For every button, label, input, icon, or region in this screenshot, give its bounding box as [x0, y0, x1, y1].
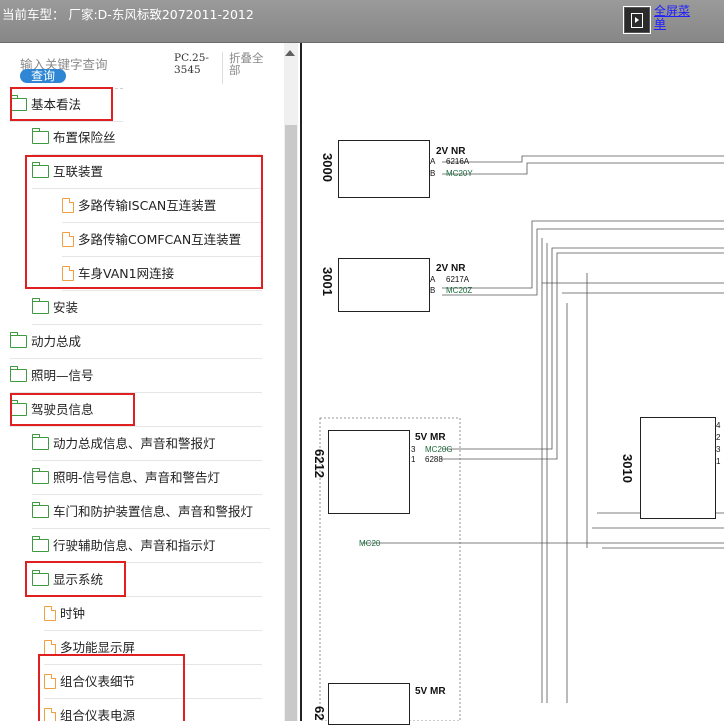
tree-item[interactable]: 行驶辅助信息、声音和指示灯 [32, 530, 262, 563]
wire-label: MC20Z [446, 286, 473, 295]
collapse-all-button[interactable]: 折叠全部 [229, 52, 269, 76]
tree-item[interactable]: 安装 [32, 292, 262, 325]
folder-icon [32, 468, 49, 484]
tree-item-label: 照明—信号 [31, 368, 94, 383]
tree-item-label: 动力总成信息、声音和警报灯 [53, 436, 216, 451]
component-6212-volt: 5V MR [415, 432, 446, 443]
tree-item-label: 多功能显示屏 [60, 640, 136, 655]
component-3000 [338, 140, 430, 198]
component-62-volt: 5V MR [415, 686, 446, 697]
tree-item-label: 安装 [53, 300, 79, 315]
component-3010-pin: 4 [716, 421, 721, 430]
tree-item[interactable]: 时钟 [44, 598, 262, 631]
component-3001-pin-a: A [430, 275, 436, 284]
tree-item[interactable]: 动力总成信息、声音和警报灯 [32, 428, 262, 461]
pc-code: PC.25-3545 [174, 52, 209, 76]
folder-icon [32, 434, 49, 450]
component-3010-pin: 2 [716, 433, 721, 442]
wire-label: MC20G [425, 445, 453, 454]
wire-label: MC20 [359, 539, 381, 548]
tree-item-label: 动力总成 [31, 334, 82, 349]
component-62 [328, 683, 410, 725]
scroll-thumb[interactable] [285, 125, 297, 721]
file-icon [44, 640, 56, 655]
wire-label: MC20Y [446, 169, 473, 178]
vehicle-title: 当前车型： 厂家:D-东风标致2072011-2012 [2, 7, 254, 22]
highlight-box [38, 654, 185, 721]
component-6212 [328, 430, 410, 514]
tree-item[interactable]: 动力总成 [10, 326, 262, 359]
component-3010-pin: 3 [716, 445, 721, 454]
component-3010-id: 3010 [620, 454, 635, 483]
wiring-diagram: 3000 2V NR A B 6216A MC20Y 3001 2V NR A … [300, 43, 724, 725]
wire-label: 6217A [446, 275, 470, 284]
wire-label: 6216A [446, 157, 470, 166]
sidebar: 输入关键字查询 查询 PC.25-3545 折叠全部 基本看法 布置保险丝 互联装置… [0, 43, 300, 721]
tree-item[interactable]: 布置保险丝 [32, 122, 262, 155]
component-3000-pin-b: B [430, 169, 436, 178]
component-3010-pin: 1 [716, 457, 721, 466]
folder-icon [10, 366, 27, 382]
tree-item-label: 布置保险丝 [53, 130, 116, 145]
component-3001 [338, 258, 430, 312]
folder-icon [10, 332, 27, 348]
component-6212-pin: 3 [411, 445, 416, 454]
query-button[interactable]: 查询 [20, 69, 66, 83]
folder-icon [32, 298, 49, 314]
fullscreen-menu-link[interactable]: 全屏菜单 [654, 5, 694, 31]
scroll-up-icon[interactable] [285, 45, 295, 56]
fullscreen-icon[interactable] [623, 6, 651, 34]
component-6212-id: 6212 [312, 449, 327, 478]
component-3001-volt: 2V NR [436, 263, 466, 274]
highlight-box [10, 393, 135, 426]
component-3010 [640, 417, 716, 519]
tree-item[interactable]: 照明-信号信息、声音和警告灯 [32, 462, 262, 495]
wire-label: 6288 [425, 455, 443, 464]
tree-item[interactable]: 车门和防护装置信息、声音和警报灯 [32, 496, 270, 529]
component-3001-id: 3001 [320, 267, 335, 296]
highlight-box [25, 155, 263, 289]
tree-item-label: 行驶辅助信息、声音和指示灯 [53, 538, 216, 553]
folder-icon [32, 128, 49, 144]
file-icon [44, 606, 56, 621]
folder-icon [32, 536, 49, 552]
tree-item-label: 时钟 [60, 606, 86, 621]
tree-item-label: 车门和防护装置信息、声音和警报灯 [53, 504, 254, 519]
tree-item-label: 照明-信号信息、声音和警告灯 [53, 470, 221, 485]
title-bar: 当前车型： 厂家:D-东风标致2072011-2012 全屏菜单 [0, 0, 724, 43]
component-3000-pin-a: A [430, 157, 436, 166]
component-6212-pin: 1 [411, 455, 416, 464]
tree-item[interactable]: 照明—信号 [10, 360, 262, 393]
highlight-box [25, 561, 126, 597]
divider [222, 52, 223, 84]
folder-icon [32, 502, 49, 518]
component-3001-pin-b: B [430, 286, 436, 295]
component-3000-id: 3000 [320, 153, 335, 182]
component-62-id: 62 [312, 706, 327, 721]
component-3000-volt: 2V NR [436, 146, 466, 157]
highlight-box [10, 87, 113, 121]
